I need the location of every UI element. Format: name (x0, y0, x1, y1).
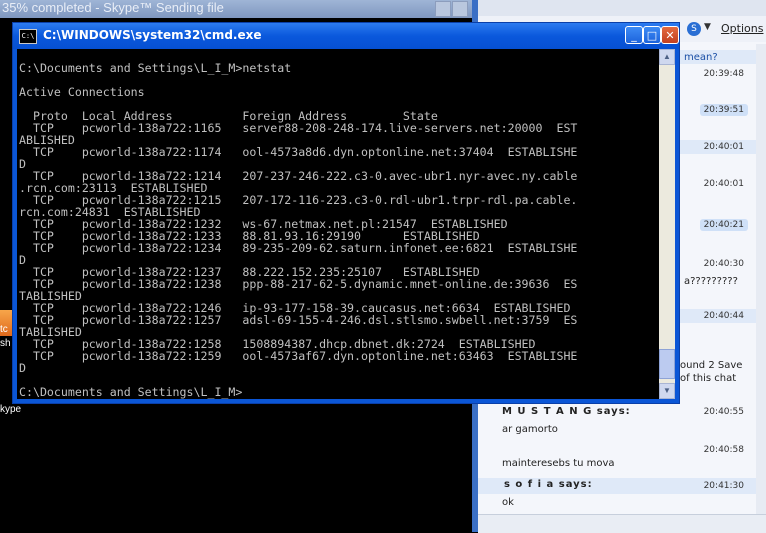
console-line: C:\Documents and Settings\L_I_M> (19, 385, 243, 399)
timestamp: 20:40:01 (703, 179, 744, 189)
minimize-button[interactable]: _ (625, 26, 643, 44)
left-fragment-2: sh (0, 338, 11, 349)
timestamp: 20:40:01 (703, 142, 744, 152)
console-line: TCP pcworld-138a722:1165 server88-208-24… (19, 121, 578, 135)
maximize-button[interactable]: □ (643, 26, 661, 44)
message-time: 20:40:58 (703, 445, 744, 455)
console-line: C:\Documents and Settings\L_I_M>netstat (19, 61, 292, 75)
console-output: C:\Documents and Settings\L_I_M>netstat … (17, 49, 659, 398)
chat-fragment-question: a????????? (684, 276, 738, 287)
message-sender: M U S T A N G says: (502, 406, 631, 417)
cmd-title: C:\WINDOWS\system32\cmd.exe (43, 28, 262, 42)
left-fragment-3: kype (0, 404, 22, 415)
message-text: ar gamorto (502, 424, 558, 435)
cmd-titlebar[interactable]: C:\ C:\WINDOWS\system32\cmd.exe _ □ ✕ (13, 23, 679, 49)
console-line: Active Connections (19, 85, 145, 99)
close-button[interactable]: ✕ (661, 26, 679, 44)
console-icon[interactable]: C:\ (19, 29, 37, 44)
background-minimize-button[interactable] (435, 1, 451, 17)
chat-fragment-save-1: ound 2 Save (680, 360, 743, 371)
chat-fragment-save-2: of this chat (680, 373, 737, 384)
timestamp: 20:40:44 (703, 311, 744, 321)
background-window-titlebar[interactable]: 35% completed - Skype™ Sending file (0, 0, 472, 18)
message-text: ok (502, 497, 514, 508)
options-button[interactable]: Options (721, 22, 763, 35)
cmd-window: C:\ C:\WINDOWS\system32\cmd.exe _ □ ✕ C:… (12, 22, 680, 404)
chat-titlebar[interactable] (478, 0, 766, 16)
skype-logo-icon[interactable]: S (687, 22, 701, 36)
timestamp: 20:40:21 (699, 219, 748, 231)
message-sender: s o f i a says: (504, 479, 593, 490)
message-time: 20:40:55 (703, 407, 744, 417)
console-scrollbar[interactable]: ▲ ▼ (659, 49, 675, 399)
chat-input-area[interactable] (478, 514, 766, 533)
console-line: TCP pcworld-138a722:1174 ool-4573a8d6.dy… (19, 145, 578, 159)
console-line: TCP pcworld-138a722:1257 adsl-69-155-4-2… (19, 313, 578, 327)
scroll-down-button[interactable]: ▼ (659, 383, 675, 399)
timestamp: 20:39:48 (703, 69, 744, 79)
console-line: D (19, 361, 26, 375)
background-maximize-button[interactable] (452, 1, 468, 17)
chat-fragment-mean: mean? (684, 52, 718, 63)
chevron-down-icon[interactable]: ▼ (704, 22, 711, 32)
timestamp: 20:39:51 (699, 104, 748, 116)
timestamp: 20:40:30 (703, 259, 744, 269)
message-text: mainteresebs tu mova (502, 458, 615, 469)
scrollbar-thumb[interactable] (659, 349, 675, 379)
console-line: TCP pcworld-138a722:1259 ool-4573af67.dy… (19, 349, 578, 363)
background-window-title: 35% completed - Skype™ Sending file (2, 0, 224, 15)
console-output-area[interactable]: C:\Documents and Settings\L_I_M>netstat … (17, 49, 659, 399)
console-line: TCP pcworld-138a722:1234 89-235-209-62.s… (19, 241, 578, 255)
message-time: 20:41:30 (703, 481, 744, 491)
console-line: TCP pcworld-138a722:1238 ppp-88-217-62-5… (19, 277, 578, 291)
chat-scrollbar[interactable] (756, 44, 766, 514)
scroll-up-button[interactable]: ▲ (659, 49, 675, 65)
left-fragment-1: tc (0, 324, 8, 335)
